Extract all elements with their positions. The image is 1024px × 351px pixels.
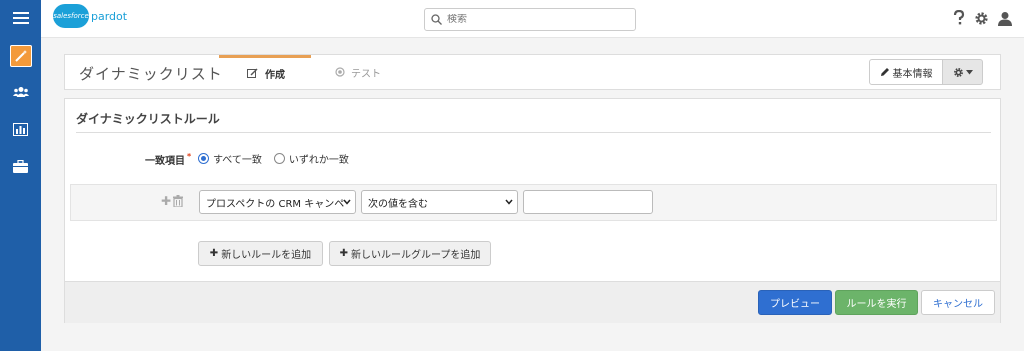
search-box[interactable]: [424, 8, 636, 31]
radio-match-any-label[interactable]: いずれか一致: [289, 151, 349, 166]
gear-icon[interactable]: [974, 11, 989, 26]
divider: [76, 132, 991, 133]
top-bar: salesforce pardot: [41, 0, 1024, 38]
field-select-value: プロスペクトの CRM キャンペ: [206, 198, 345, 210]
add-rule-group-button[interactable]: ✚ 新しいルールグループを追加: [329, 241, 491, 266]
plus-icon: ✚: [209, 248, 219, 259]
help-icon[interactable]: [953, 10, 965, 26]
match-radio-group: すべて一致 いずれか一致: [198, 151, 349, 166]
salesforce-cloud-logo: salesforce: [53, 4, 89, 28]
match-label: 一致項目 *: [145, 152, 191, 167]
preview-button[interactable]: プレビュー: [758, 290, 832, 315]
pencil-icon: [880, 68, 889, 76]
bar-chart-icon: [13, 122, 28, 136]
plus-icon: ✚: [339, 248, 348, 259]
nav-item-prospects[interactable]: [0, 74, 41, 110]
chevron-down-icon: [343, 199, 351, 205]
add-rule-button[interactable]: ✚ 新しいルールを追加: [198, 241, 323, 266]
match-label-text: 一致項目: [145, 156, 185, 167]
magic-wand-icon: [9, 45, 32, 67]
tab-test[interactable]: テスト: [335, 55, 381, 89]
tab-create-label: 作成: [265, 70, 285, 81]
rules-panel: ダイナミックリストルール 一致項目 * すべて一致 いずれか一致 ✚ プロスペクト…: [64, 98, 1001, 323]
hamburger-icon: [12, 12, 29, 24]
page-title: ダイナミックリスト: [79, 65, 223, 83]
basic-info-button[interactable]: 基本情報: [869, 59, 943, 85]
gear-icon: [953, 67, 963, 77]
settings-dropdown-button[interactable]: [942, 59, 983, 85]
cancel-button[interactable]: キャンセル: [921, 290, 995, 315]
user-icon[interactable]: [998, 11, 1012, 26]
nav-item-admin[interactable]: [0, 148, 41, 184]
tab-test-label: テスト: [351, 68, 381, 80]
menu-toggle[interactable]: [0, 0, 41, 36]
required-marker: *: [187, 152, 192, 161]
run-rules-button[interactable]: ルールを実行: [835, 290, 918, 315]
add-group-label: 新しいルールグループを追加: [350, 250, 481, 261]
form-footer: プレビュー ルールを実行 キャンセル: [65, 281, 1000, 323]
radio-match-all-label[interactable]: すべて一致: [213, 151, 262, 166]
edit-icon: [247, 68, 258, 78]
basic-info-label: 基本情報: [892, 68, 933, 80]
operator-select[interactable]: 次の値を含む: [361, 190, 518, 214]
caret-down-icon: [965, 69, 973, 74]
rule-row: ✚ プロスペクトの CRM キャンペ 次の値を含む: [70, 184, 997, 221]
search-icon: [431, 14, 442, 25]
add-rule-label: 新しいルールを追加: [221, 250, 312, 261]
logo-text: pardot: [91, 9, 128, 23]
search-input[interactable]: [447, 14, 627, 25]
pardot-logo[interactable]: salesforce pardot: [53, 4, 127, 28]
nav-item-automation[interactable]: [0, 38, 41, 74]
section-title: ダイナミックリストルール: [76, 112, 220, 126]
left-nav: [0, 0, 41, 351]
add-rule-icon[interactable]: ✚: [161, 194, 171, 208]
tab-create[interactable]: 作成: [219, 55, 311, 89]
radio-match-all[interactable]: [198, 153, 209, 164]
header-panel: ダイナミックリスト 作成 テスト 基本情報: [64, 54, 1001, 90]
nav-item-reports[interactable]: [0, 111, 41, 147]
users-icon: [12, 87, 29, 97]
circle-dot-icon: [335, 67, 345, 77]
value-input[interactable]: [523, 190, 653, 214]
operator-select-value: 次の値を含む: [368, 198, 428, 210]
chevron-down-icon: [505, 199, 513, 205]
briefcase-icon: [13, 159, 28, 173]
field-select[interactable]: プロスペクトの CRM キャンペ: [199, 190, 356, 214]
radio-match-any[interactable]: [273, 153, 285, 164]
trash-icon[interactable]: [173, 195, 184, 207]
